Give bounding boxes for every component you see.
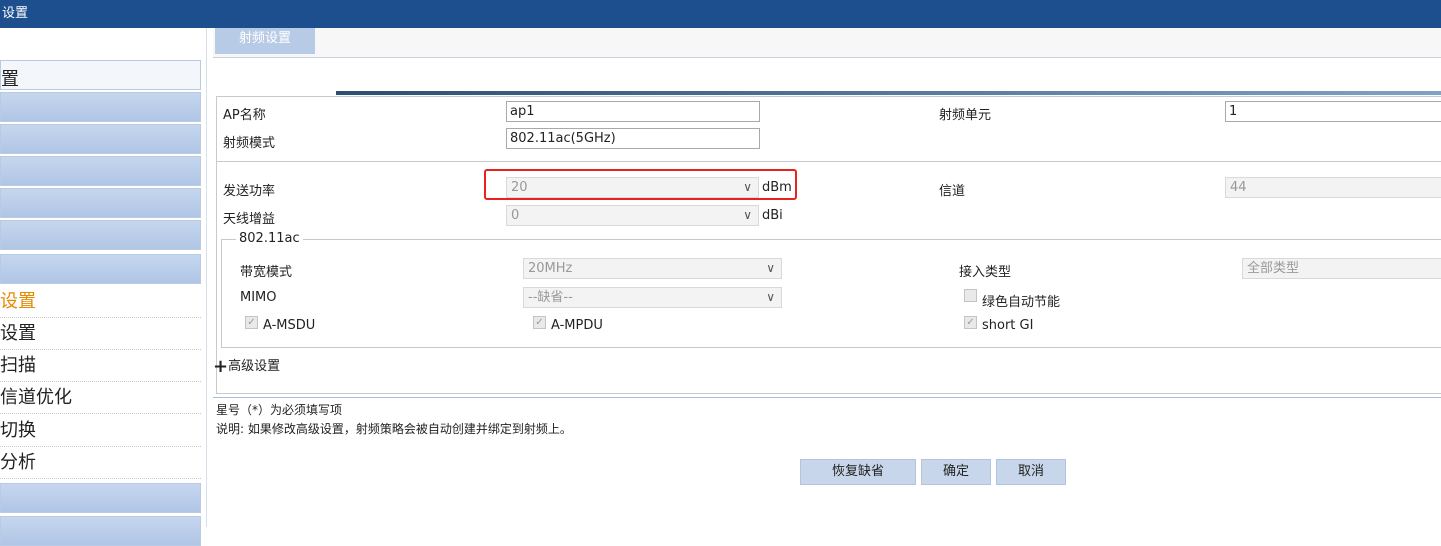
- form-panel: AP名称 ap1 射频单元 1 射频模式 802.11ac(5GHz) 发送功率…: [216, 96, 1441, 394]
- tab-bar: 射频设置: [213, 28, 1441, 58]
- tab-radio-settings[interactable]: 射频设置: [215, 28, 315, 54]
- sidebar-section[interactable]: [0, 254, 201, 284]
- sidebar-section[interactable]: [0, 124, 201, 154]
- sidebar-section[interactable]: [0, 220, 201, 250]
- sidebar: 置 设置 设置 扫描 信道优化 切换 分析: [0, 28, 207, 546]
- section-divider: [217, 161, 1441, 162]
- group-80211ac: 802.11ac 带宽模式 20MHz ∨ 接入类型 全部类型 MIMO --缺…: [221, 231, 1441, 348]
- sidebar-item-channel-optimize[interactable]: 信道优化: [0, 384, 201, 414]
- antenna-gain-label: 天线增益: [223, 212, 276, 227]
- mimo-label: MIMO: [240, 290, 277, 305]
- access-type-select[interactable]: 全部类型: [1242, 258, 1441, 279]
- cancel-button[interactable]: 取消: [996, 459, 1066, 485]
- sidebar-section-header[interactable]: 置: [0, 60, 201, 90]
- sidebar-section[interactable]: [0, 156, 201, 186]
- channel-label: 信道: [939, 184, 966, 199]
- advanced-settings-label: 高级设置: [228, 359, 281, 374]
- sidebar-section[interactable]: [0, 92, 201, 122]
- green-energy-checkbox[interactable]: [964, 289, 977, 302]
- ampdu-checkbox[interactable]: ✓: [533, 316, 546, 329]
- amsdu-checkbox[interactable]: ✓: [245, 316, 258, 329]
- plus-icon: +: [213, 356, 229, 377]
- ampdu-label: A-MPDU: [551, 318, 603, 333]
- sidebar-section[interactable]: [0, 188, 201, 218]
- channel-select[interactable]: 44: [1225, 177, 1441, 198]
- amsdu-label: A-MSDU: [263, 318, 316, 333]
- chevron-down-icon: ∨: [766, 290, 775, 304]
- radio-unit-input[interactable]: 1: [1225, 101, 1441, 122]
- access-type-label: 接入类型: [959, 265, 1012, 280]
- header-divider: [336, 91, 1441, 95]
- window-title: 设置: [2, 6, 29, 21]
- sidebar-item-settings[interactable]: 设置: [0, 320, 201, 350]
- antenna-gain-unit: dBi: [762, 208, 783, 223]
- tx-power-label: 发送功率: [223, 184, 276, 199]
- ap-name-input[interactable]: ap1: [506, 101, 760, 122]
- advanced-settings-toggle[interactable]: +高级设置: [213, 355, 280, 377]
- channel-value: 44: [1230, 180, 1247, 195]
- sidebar-item-analysis[interactable]: 分析: [0, 449, 201, 479]
- access-type-value: 全部类型: [1247, 261, 1300, 276]
- sidebar-item-switch[interactable]: 切换: [0, 417, 201, 447]
- window-title-bar: 设置: [0, 0, 1441, 28]
- required-note: 星号（*）为必须填写项: [216, 403, 343, 417]
- mimo-select[interactable]: --缺省-- ∨: [523, 287, 782, 308]
- sidebar-section-label: 置: [1, 69, 19, 90]
- mimo-value: --缺省--: [528, 290, 573, 305]
- green-energy-label: 绿色自动节能: [982, 295, 1061, 310]
- radio-mode-input[interactable]: 802.11ac(5GHz): [506, 128, 760, 149]
- short-gi-checkbox[interactable]: ✓: [964, 316, 977, 329]
- sidebar-section[interactable]: [0, 516, 201, 546]
- footer-divider: [213, 397, 1441, 398]
- radio-unit-label: 射频单元: [939, 108, 992, 123]
- sidebar-item-radio-settings[interactable]: 设置: [0, 288, 201, 318]
- chevron-down-icon: ∨: [743, 208, 752, 222]
- highlight-box: [484, 169, 797, 200]
- bandwidth-label: 带宽模式: [240, 265, 293, 280]
- group-legend: 802.11ac: [236, 231, 303, 246]
- explain-note: 说明: 如果修改高级设置，射频策略会被自动创建并绑定到射频上。: [216, 422, 572, 436]
- restore-default-button[interactable]: 恢复缺省: [800, 459, 916, 485]
- antenna-gain-select[interactable]: 0 ∨: [506, 205, 759, 226]
- bandwidth-select[interactable]: 20MHz ∨: [523, 258, 782, 279]
- short-gi-label: short GI: [982, 318, 1034, 333]
- sidebar-section[interactable]: [0, 483, 201, 513]
- antenna-gain-value: 0: [511, 208, 520, 223]
- ap-name-label: AP名称: [223, 108, 266, 123]
- chevron-down-icon: ∨: [766, 261, 775, 275]
- sidebar-item-scan[interactable]: 扫描: [0, 352, 201, 382]
- main-content: 射频设置 AP名称 ap1 射频单元 1 射频模式 802.11ac(5GHz)…: [213, 28, 1441, 527]
- bandwidth-value: 20MHz: [528, 261, 573, 276]
- ok-button[interactable]: 确定: [921, 459, 991, 485]
- radio-mode-label: 射频模式: [223, 136, 276, 151]
